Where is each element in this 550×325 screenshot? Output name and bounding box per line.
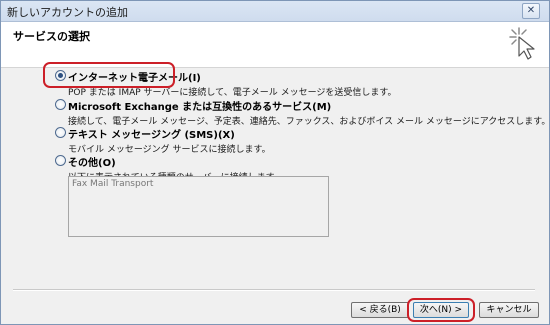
option-label: テキスト メッセージング (SMS)(X): [68, 130, 235, 141]
page-title: サービスの選択: [13, 30, 90, 43]
cursor-click-icon: [509, 27, 535, 60]
back-button[interactable]: < 戻る(B): [351, 302, 409, 318]
close-icon: ✕: [526, 5, 536, 16]
option-sms[interactable]: テキスト メッセージング (SMS)(X) モバイル メッセージング サービスに…: [55, 126, 271, 155]
title-bar: 新しいアカウントの追加 ✕: [1, 1, 549, 22]
highlight-ring-option: [43, 62, 175, 88]
radio-sms[interactable]: [55, 127, 66, 138]
footer-divider: [13, 289, 535, 291]
cancel-button[interactable]: キャンセル: [479, 302, 539, 318]
highlight-ring-next: [407, 298, 475, 322]
radio-exchange[interactable]: [55, 99, 66, 110]
option-exchange[interactable]: Microsoft Exchange または互換性のあるサービス(M) 接続して…: [55, 98, 549, 127]
list-item[interactable]: Fax Mail Transport: [72, 179, 153, 189]
option-label: その他(O): [68, 158, 116, 169]
window-title: 新しいアカウントの追加: [7, 6, 128, 19]
add-account-dialog: 新しいアカウントの追加 ✕ サービスの選択 インターネット電子メール(I) PO…: [0, 0, 550, 325]
radio-other[interactable]: [55, 155, 66, 166]
server-type-list[interactable]: Fax Mail Transport: [68, 176, 329, 237]
close-button[interactable]: ✕: [522, 3, 540, 19]
option-label: Microsoft Exchange または互換性のあるサービス(M): [68, 102, 332, 113]
